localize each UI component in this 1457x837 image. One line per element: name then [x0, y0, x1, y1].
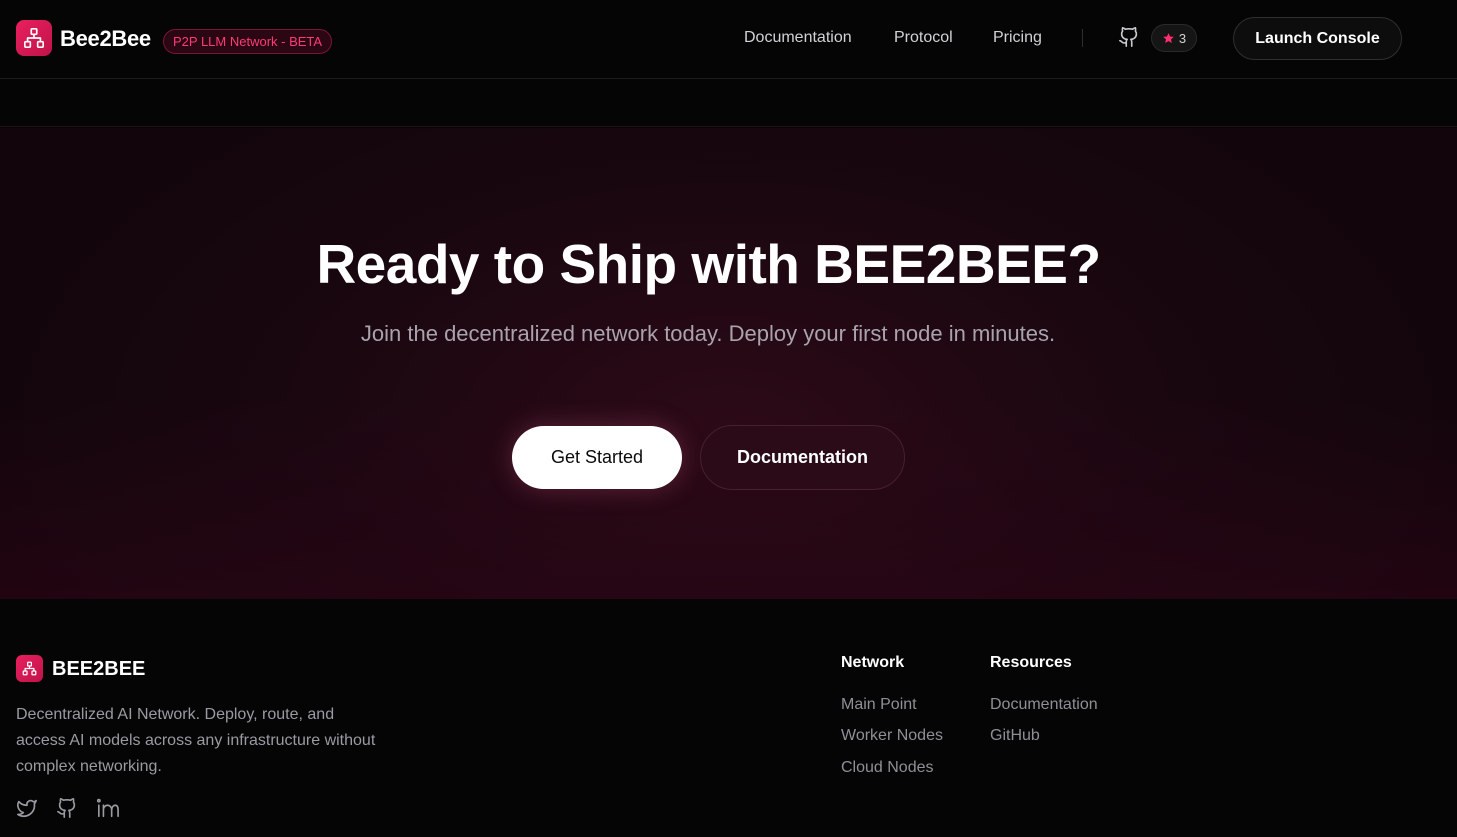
logo-icon[interactable]	[16, 20, 52, 56]
launch-console-button[interactable]: Launch Console	[1233, 17, 1402, 60]
cta-hero-section: Ready to Ship with BEE2BEE? Join the dec…	[0, 128, 1457, 599]
footer-heading-resources: Resources	[990, 654, 1072, 671]
github-icon[interactable]	[1118, 26, 1140, 50]
star-count: 3	[1178, 30, 1187, 46]
twitter-icon[interactable]	[16, 797, 40, 821]
github-icon[interactable]	[56, 797, 80, 821]
footer-link-main-point[interactable]: Main Point	[841, 695, 917, 715]
documentation-button[interactable]: Documentation	[700, 425, 905, 490]
brand-name[interactable]: Bee2Bee	[60, 26, 151, 52]
hero-subtitle: Join the decentralized network today. De…	[360, 321, 1056, 346]
footer-brand: BEE2BEE	[52, 658, 146, 680]
footer-link-worker-nodes[interactable]: Worker Nodes	[841, 726, 943, 746]
nav-protocol[interactable]: Protocol	[894, 28, 953, 48]
footer-link-github[interactable]: GitHub	[990, 726, 1040, 746]
footer: BEE2BEE Decentralized AI Network. Deploy…	[0, 599, 1457, 837]
footer-link-cloud-nodes[interactable]: Cloud Nodes	[841, 758, 934, 778]
star-icon	[1163, 32, 1174, 43]
hero-title: Ready to Ship with BEE2BEE?	[316, 233, 1101, 295]
footer-description: Decentralized AI Network. Deploy, route,…	[16, 706, 376, 775]
nav-pricing[interactable]: Pricing	[993, 28, 1042, 48]
github-stars-badge[interactable]: 3	[1151, 24, 1197, 52]
footer-heading-network: Network	[841, 654, 905, 671]
nav-documentation[interactable]: Documentation	[744, 28, 852, 48]
top-navbar: Bee2Bee P2P LLM Network - BETA Documenta…	[0, 0, 1457, 79]
nav-divider	[1082, 29, 1083, 47]
linkedin-icon[interactable]	[96, 797, 120, 821]
get-started-button[interactable]: Get Started	[512, 426, 682, 489]
footer-link-documentation[interactable]: Documentation	[990, 695, 1098, 715]
beta-badge: P2P LLM Network - BETA	[163, 29, 333, 54]
footer-logo-icon[interactable]	[16, 655, 43, 682]
header-spacer	[0, 80, 1457, 127]
